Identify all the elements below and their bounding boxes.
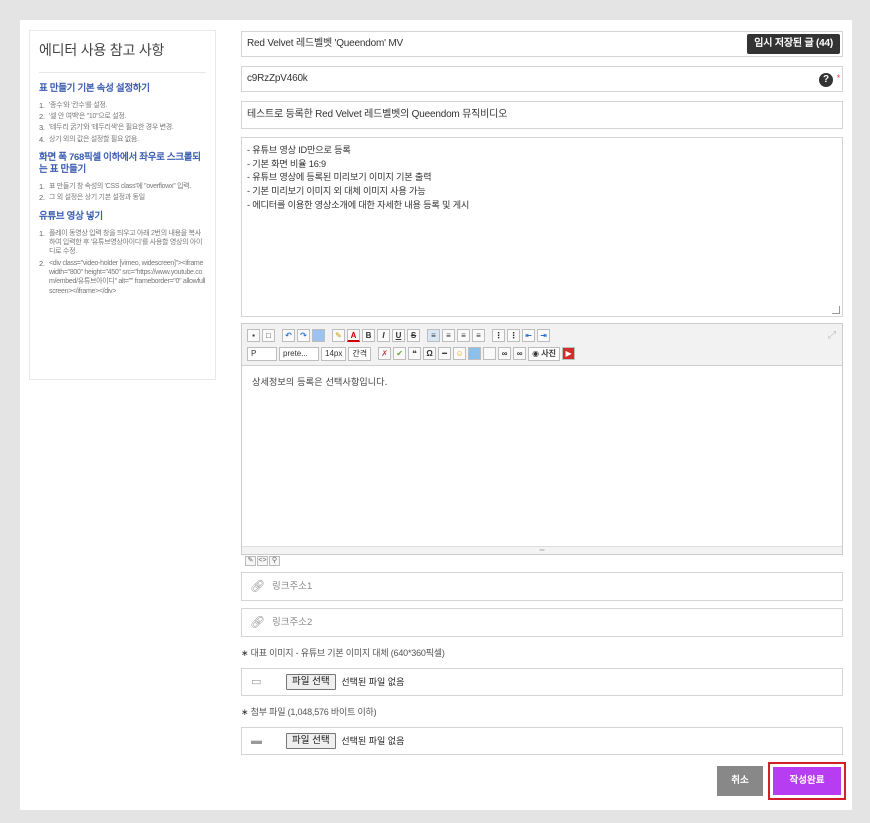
description-textarea[interactable]: - 유튜브 영상 ID만으로 등록 - 기본 화면 비율 16:9 - 유튜브 …: [241, 137, 843, 317]
desc-line: - 기본 화면 비율 16:9: [247, 158, 326, 169]
summary-input[interactable]: 테스트로 등록한 Red Velvet 레드벨벳의 Queendom 뮤직비디오: [241, 101, 843, 129]
help-heading-youtube: 유튜브 영상 넣기: [39, 210, 103, 222]
rich-text-editor: ▪ □ ↶ ↷ ✎ A B I U S ≡ ≡ ≡ ≡ ⋮ ⋮ ⇤ ⇥ P pr…: [241, 323, 843, 555]
strike-icon[interactable]: S: [407, 329, 420, 342]
video-id-value: c9RzZpV460k: [247, 73, 308, 84]
emoticon-icon[interactable]: ☺: [453, 347, 467, 360]
html-mode-icon[interactable]: <>: [257, 556, 268, 566]
desc-line: - 유튜브 영상 ID만으로 등록: [247, 145, 351, 155]
help-title: 에디터 사용 참고 사항: [39, 40, 206, 73]
highlight-color-icon[interactable]: ✎: [332, 329, 345, 342]
link-icon[interactable]: ∞: [498, 347, 512, 360]
video-id-input[interactable]: c9RzZpV460k ? *: [241, 66, 843, 92]
summary-value: 테스트로 등록한 Red Velvet 레드벨벳의 Queendom 뮤직비디오: [247, 109, 508, 120]
attach-file-button[interactable]: 파일 선택: [286, 733, 336, 749]
image-file-button[interactable]: 파일 선택: [286, 674, 336, 690]
align-justify-icon[interactable]: ≡: [472, 329, 485, 342]
desc-line: - 기본 미리보기 이미지 외 대체 이미지 사용 가능: [247, 186, 426, 197]
image-icon: ▭: [251, 676, 262, 688]
editor-help-panel: 에디터 사용 참고 사항 표 만들기 기본 속성 설정하기 1. '종수'와 '칸…: [29, 30, 216, 380]
help-item: 1. 표 만들기 창 속성의 'CSS class'에 "overflowx" 입…: [39, 182, 191, 192]
title-value: Red Velvet 레드벨벳 'Queendom' MV: [247, 38, 403, 49]
image-note: ∗ 대표 이미지 - 유튜브 기본 이미지 대체 (640*360픽셀): [241, 648, 445, 658]
edit-mode-icon[interactable]: ✎: [245, 556, 256, 566]
help-item: 3. '테두리 굵기'와 '테두리색'은 필요한 경우 변경.: [39, 123, 174, 133]
layout-icon[interactable]: [483, 347, 497, 360]
help-question-icon[interactable]: ?: [819, 73, 833, 87]
resize-handle[interactable]: [832, 306, 840, 314]
desc-line: - 유튜브 영상에 등록된 미리보기 이미지 기본 출력: [247, 172, 432, 183]
help-list-youtube: 1. 플레이 동영상 입력 창을 띄우고 아래 2번의 내용을 복사하여 입력한 …: [39, 229, 206, 297]
link-icon: 🔗︎: [250, 615, 266, 629]
help-list-table: 1. '종수'와 '칸수'를 설정. 2. '셀 안 여백'은 "10"으로 설정.…: [39, 101, 206, 144]
align-center-icon[interactable]: ≡: [442, 329, 455, 342]
help-item: 1. '종수'와 '칸수'를 설정.: [39, 101, 108, 110]
format-paint-icon[interactable]: ✔: [393, 347, 407, 360]
video-icon[interactable]: ▶: [562, 347, 576, 360]
attach-file-field: ▬ 파일 선택 선택된 파일 없음: [241, 727, 843, 755]
attach-note: ∗ 첨부 파일 (1,048,576 바이트 이하): [241, 707, 377, 717]
photo-button[interactable]: ◉ 사진: [528, 346, 561, 361]
new-doc-icon[interactable]: □: [262, 329, 275, 342]
image-file-field: ▭ 파일 선택 선택된 파일 없음: [241, 668, 843, 696]
outdent-icon[interactable]: ⇤: [522, 329, 535, 342]
required-mark: *: [836, 73, 841, 83]
print-icon[interactable]: ▪: [247, 329, 260, 342]
fullscreen-icon[interactable]: ⤢: [828, 330, 836, 341]
ordered-list-icon[interactable]: ⋮: [492, 329, 505, 342]
select-all-icon[interactable]: [312, 329, 325, 342]
editor-toolbar: ▪ □ ↶ ↷ ✎ A B I U S ≡ ≡ ≡ ≡ ⋮ ⋮ ⇤ ⇥ P pr…: [242, 324, 842, 366]
font-select[interactable]: prete...: [279, 346, 319, 361]
cancel-button[interactable]: 취소: [717, 766, 763, 796]
table-icon[interactable]: [468, 347, 482, 360]
submit-button[interactable]: 작성완료: [773, 767, 841, 795]
folder-icon: ▬: [251, 735, 262, 747]
link1-placeholder: 링크주소1: [272, 581, 313, 592]
redo-icon[interactable]: ↷: [297, 329, 310, 342]
undo-icon[interactable]: ↶: [282, 329, 295, 342]
eraser-icon[interactable]: ✗: [378, 347, 392, 360]
help-heading-table: 표 만들기 기본 속성 설정하기: [39, 83, 150, 94]
editor-content[interactable]: 상세정보의 등록은 선택사항입니다.: [242, 366, 842, 544]
preview-mode-icon[interactable]: ⚲: [269, 556, 280, 566]
unlink-icon[interactable]: ∞: [513, 347, 527, 360]
link1-input[interactable]: 🔗︎ 링크주소1: [241, 572, 843, 601]
quote-icon[interactable]: ❝: [408, 347, 422, 360]
align-left-icon[interactable]: ≡: [427, 329, 440, 342]
title-input[interactable]: Red Velvet 레드벨벳 'Queendom' MV 임시 저장된 글 (…: [241, 31, 843, 57]
help-list-scroll: 1. 표 만들기 창 속성의 'CSS class'에 "overflowx" 입…: [39, 182, 206, 203]
help-item: 2. '셀 안 여백'은 "10"으로 설정.: [39, 112, 127, 122]
help-item: 1. 플레이 동영상 입력 창을 띄우고 아래 2번의 내용을 복사하여 입력한 …: [39, 228, 203, 256]
desc-line: - 에디터를 이용한 영상소개에 대한 자세한 내용 등록 및 게시: [247, 199, 470, 210]
help-item: 2. <div class="video-holder [vimeo, wides…: [39, 258, 206, 295]
editor-mode-tabs: ✎ <> ⚲: [245, 556, 280, 566]
submit-highlight: 작성완료: [768, 762, 846, 800]
link2-placeholder: 링크주소2: [272, 617, 313, 628]
unordered-list-icon[interactable]: ⋮: [507, 329, 520, 342]
link2-input[interactable]: 🔗︎ 링크주소2: [241, 608, 843, 637]
image-file-status: 선택된 파일 없음: [341, 677, 405, 687]
line-height-select[interactable]: 간격: [348, 346, 372, 361]
help-heading-scroll: 화면 폭 768픽셀 이하에서 좌우로 스크롤되는 표 만들기: [39, 152, 201, 176]
temp-saved-button[interactable]: 임시 저장된 글 (44): [747, 34, 840, 54]
font-size-select[interactable]: 14px: [321, 346, 347, 361]
special-char-icon[interactable]: Ω: [423, 347, 437, 360]
align-right-icon[interactable]: ≡: [457, 329, 470, 342]
attach-file-status: 선택된 파일 없음: [341, 736, 405, 746]
editor-resize-grip[interactable]: ═: [242, 546, 842, 554]
link-icon: 🔗︎: [250, 579, 266, 593]
font-color-icon[interactable]: A: [347, 329, 360, 342]
help-item: 2. 그 외 설정은 상기 기본 설정과 동일: [39, 193, 145, 203]
help-item: 4. 상기 외의 값은 설정할 필요 없음.: [39, 134, 139, 144]
bold-icon[interactable]: B: [362, 329, 375, 342]
underline-icon[interactable]: U: [392, 329, 405, 342]
italic-icon[interactable]: I: [377, 329, 390, 342]
hr-icon[interactable]: ━: [438, 347, 452, 360]
format-select[interactable]: P: [247, 346, 277, 361]
indent-icon[interactable]: ⇥: [537, 329, 550, 342]
